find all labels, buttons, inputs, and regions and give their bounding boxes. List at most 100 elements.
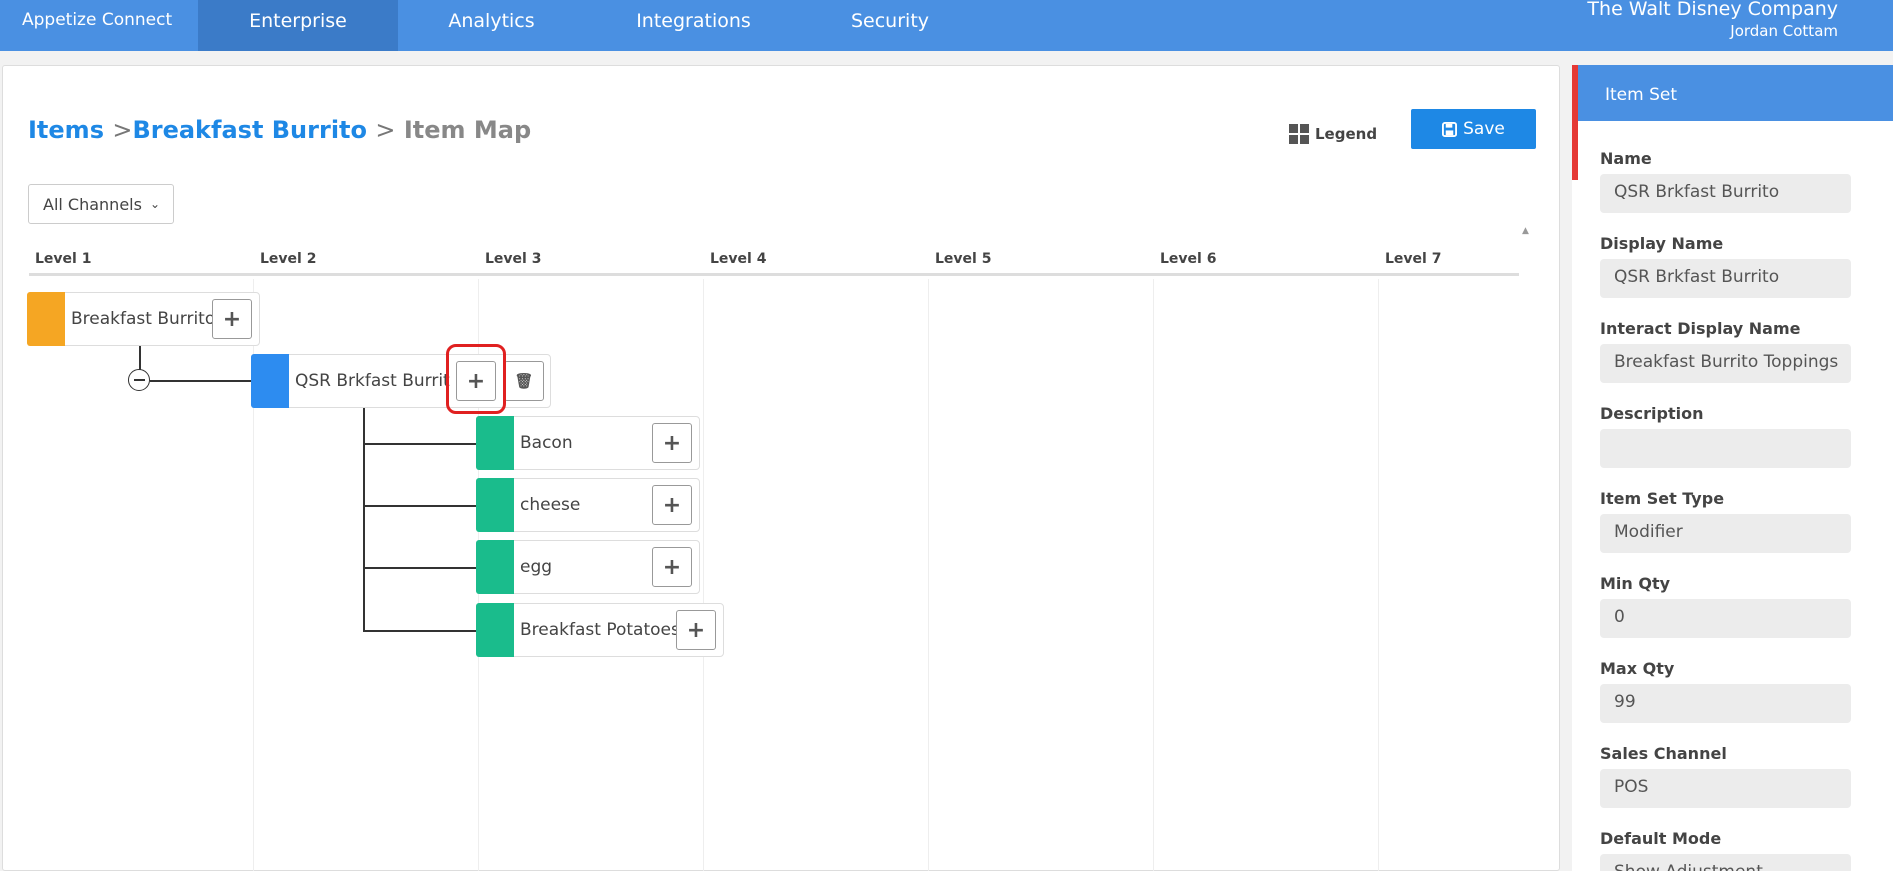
tab-security[interactable]: Security	[802, 0, 978, 51]
column-divider	[1378, 279, 1379, 871]
node-label: Breakfast Potatoes	[520, 620, 680, 640]
plus-icon: +	[686, 617, 706, 643]
trash-icon: 🗑	[514, 372, 534, 390]
levels-header: Level 1 Level 2 Level 3 Level 4 Level 5 …	[29, 244, 1519, 276]
column-divider	[928, 279, 929, 871]
field-label: Item Set Type	[1600, 489, 1725, 508]
level-7-header: Level 7	[1385, 251, 1442, 267]
tree-node-child[interactable]: Bacon +	[476, 416, 700, 470]
top-nav: Appetize Connect Enterprise Analytics In…	[0, 0, 1893, 51]
grid-icon	[1289, 124, 1309, 144]
panel-title: Item Set	[1572, 65, 1893, 121]
legend-button[interactable]: Legend	[1289, 124, 1377, 144]
node-label: cheese	[520, 495, 581, 515]
level-1-header: Level 1	[35, 251, 92, 267]
user-name[interactable]: Jordan Cottam	[1730, 22, 1838, 40]
field-label: Max Qty	[1600, 659, 1675, 678]
tree-node-child[interactable]: cheese +	[476, 478, 700, 532]
add-child-button[interactable]: +	[212, 299, 252, 339]
tab-enterprise[interactable]: Enterprise	[198, 0, 398, 51]
save-button[interactable]: Save	[1411, 109, 1536, 149]
add-child-button[interactable]: +	[652, 423, 692, 463]
column-divider	[703, 279, 704, 871]
plus-icon: +	[662, 554, 682, 580]
field-label: Interact Display Name	[1600, 319, 1801, 338]
channel-dropdown[interactable]: All Channels ⌄	[28, 184, 174, 224]
sales-channel-input[interactable]: POS	[1600, 769, 1851, 808]
panel-accent	[1572, 121, 1578, 180]
breadcrumb-item-link[interactable]: Breakfast Burrito	[132, 116, 367, 144]
plus-icon: +	[662, 492, 682, 518]
level-5-header: Level 5	[935, 251, 992, 267]
field-label: Name	[1600, 149, 1652, 168]
tree-node-child[interactable]: egg +	[476, 540, 700, 594]
plus-icon: +	[662, 430, 682, 456]
sales-channel-field: Sales Channel POS	[1600, 744, 1851, 808]
tab-integrations[interactable]: Integrations	[585, 0, 802, 51]
description-input[interactable]	[1600, 429, 1851, 468]
node-label: QSR Brkfast Burrito	[295, 371, 450, 391]
save-label: Save	[1463, 119, 1505, 139]
connector-line	[363, 567, 477, 569]
page-title: Item Map	[403, 116, 532, 144]
field-label: Sales Channel	[1600, 744, 1727, 763]
level-2-header: Level 2	[260, 251, 317, 267]
breadcrumb: Items >Breakfast Burrito > Item Map	[28, 116, 531, 144]
save-icon	[1442, 121, 1458, 137]
min-qty-field: Min Qty 0	[1600, 574, 1851, 638]
node-color-swatch	[27, 292, 65, 346]
brand-link[interactable]: Appetize Connect	[22, 10, 172, 30]
description-field: Description	[1600, 404, 1851, 468]
add-child-button[interactable]: +	[676, 610, 716, 650]
node-color-swatch	[476, 603, 514, 657]
field-label: Min Qty	[1600, 574, 1671, 593]
connector-line	[150, 380, 252, 382]
collapse-toggle-icon[interactable]	[128, 369, 150, 391]
name-input[interactable]: QSR Brkfast Burrito	[1600, 174, 1851, 213]
channel-dropdown-value: All Channels	[43, 194, 142, 214]
max-qty-input[interactable]: 99	[1600, 684, 1851, 723]
item-set-type-input[interactable]: Modifier	[1600, 514, 1851, 553]
connector-line	[363, 630, 477, 632]
add-child-button[interactable]: +	[456, 361, 496, 401]
node-label: Breakfast Burrito	[71, 309, 216, 329]
tab-analytics[interactable]: Analytics	[398, 0, 585, 51]
tree-node-item-set[interactable]: QSR Brkfast Burrito + 🗑	[251, 354, 551, 408]
field-label: Description	[1600, 404, 1704, 423]
level-6-header: Level 6	[1160, 251, 1217, 267]
delete-button[interactable]: 🗑	[504, 361, 544, 401]
add-child-button[interactable]: +	[652, 485, 692, 525]
default-mode-input[interactable]: Show Adjustment	[1600, 854, 1851, 871]
connector-line	[363, 505, 477, 507]
org-name[interactable]: The Walt Disney Company	[1587, 0, 1838, 20]
connector-line	[363, 408, 365, 632]
plus-icon: +	[466, 368, 486, 394]
node-color-swatch	[476, 540, 514, 594]
breadcrumb-separator: >	[112, 116, 133, 144]
interact-display-name-input[interactable]: Breakfast Burrito Toppings	[1600, 344, 1851, 383]
node-color-swatch	[251, 354, 289, 408]
item-set-type-field: Item Set Type Modifier	[1600, 489, 1851, 553]
node-color-swatch	[476, 478, 514, 532]
item-map-card: Items >Breakfast Burrito > Item Map Lege…	[2, 65, 1560, 871]
level-3-header: Level 3	[485, 251, 542, 267]
legend-label: Legend	[1315, 125, 1378, 143]
tree-node-root[interactable]: Breakfast Burrito +	[27, 292, 260, 346]
item-set-panel: Item Set Name QSR Brkfast Burrito Displa…	[1572, 65, 1893, 871]
default-mode-field: Default Mode Show Adjustment	[1600, 829, 1851, 871]
scroll-up-icon[interactable]: ▲	[1522, 226, 1529, 236]
node-color-swatch	[476, 416, 514, 470]
column-divider	[1153, 279, 1154, 871]
add-child-button[interactable]: +	[652, 547, 692, 587]
breadcrumb-separator: >	[375, 116, 396, 144]
display-name-input[interactable]: QSR Brkfast Burrito	[1600, 259, 1851, 298]
chevron-down-icon: ⌄	[149, 197, 161, 211]
connector-line	[363, 443, 477, 445]
field-label: Default Mode	[1600, 829, 1722, 848]
min-qty-input[interactable]: 0	[1600, 599, 1851, 638]
node-label: Bacon	[520, 433, 573, 453]
breadcrumb-items-link[interactable]: Items	[28, 116, 104, 144]
display-name-field: Display Name QSR Brkfast Burrito	[1600, 234, 1851, 298]
plus-icon: +	[222, 306, 242, 332]
tree-node-child[interactable]: Breakfast Potatoes +	[476, 603, 724, 657]
